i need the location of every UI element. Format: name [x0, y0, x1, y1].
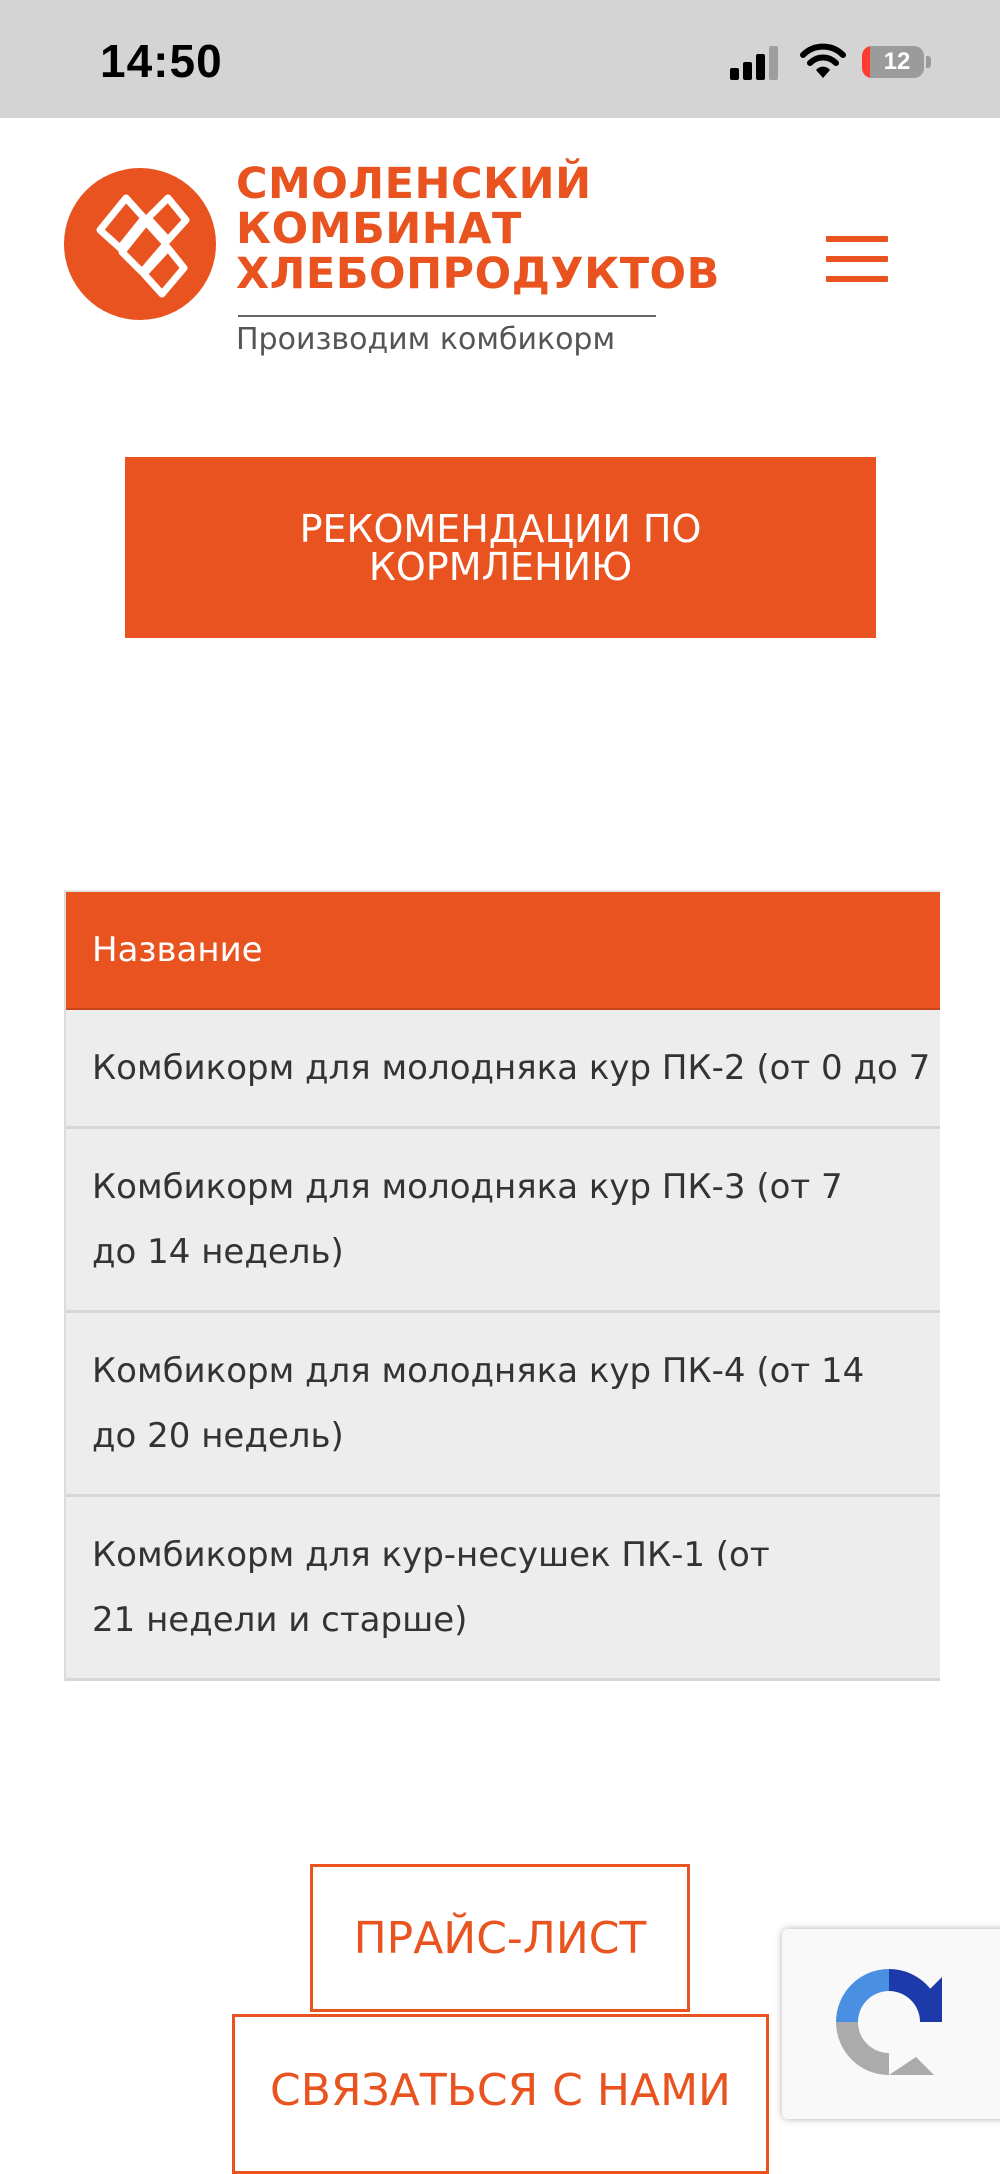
table-row[interactable]: Комбикорм для молодняка кур ПК-3 (от 7 д…: [66, 1129, 940, 1313]
logo-icon[interactable]: [64, 168, 216, 320]
recaptcha-badge[interactable]: [782, 1929, 1000, 2119]
contact-us-button[interactable]: СВЯЗАТЬСЯ С НАМИ: [232, 2014, 769, 2174]
recaptcha-icon: [836, 1969, 942, 2075]
hamburger-icon[interactable]: [826, 236, 888, 282]
table-cell: Комбикорм для молодняка кур ПК-3 (от 7 д…: [92, 1167, 843, 1272]
product-table: Название Комбикорм для молодняка кур ПК-…: [64, 890, 940, 1681]
signal-icon: [730, 44, 782, 80]
logo-line-3: ХЛЕБОПРОДУКТОВ: [236, 249, 720, 299]
logo-line-1: СМОЛЕНСКИЙ: [236, 159, 592, 209]
price-list-button[interactable]: ПРАЙС-ЛИСТ: [310, 1864, 690, 2012]
logo-line-2: КОМБИНАТ: [236, 204, 522, 254]
logo-tagline: Производим комбикорм: [236, 322, 616, 357]
logo-wordmark[interactable]: СМОЛЕНСКИЙ КОМБИНАТ ХЛЕБОПРОДУКТОВ: [236, 162, 720, 297]
feeding-recommendations-button[interactable]: РЕКОМЕНДАЦИИ ПО КОРМЛЕНИЮ: [125, 457, 876, 638]
battery-icon: 12: [862, 46, 924, 78]
logo-divider: [238, 315, 656, 317]
table-header-name: Название: [66, 892, 940, 1010]
table-row[interactable]: Комбикорм для кур-несушек ПК-1 (от 21 не…: [66, 1497, 940, 1681]
wifi-icon: [800, 43, 846, 78]
table-row[interactable]: Комбикорм для молодняка кур ПК-4 (от 14 …: [66, 1313, 940, 1497]
table-cell: Комбикорм для кур-несушек ПК-1 (от 21 не…: [92, 1535, 770, 1640]
table-row[interactable]: Комбикорм для молодняка кур ПК-2 (от 0 д…: [66, 1010, 940, 1129]
table-cell: Комбикорм для молодняка кур ПК-4 (от 14 …: [92, 1351, 865, 1456]
battery-level: 12: [883, 48, 911, 75]
table-cell: Комбикорм для молодняка кур ПК-2 (от 0 д…: [92, 1047, 931, 1088]
battery-cap: [926, 56, 931, 68]
status-bar: 14:50 12: [0, 0, 1000, 118]
status-time: 14:50: [100, 35, 223, 87]
